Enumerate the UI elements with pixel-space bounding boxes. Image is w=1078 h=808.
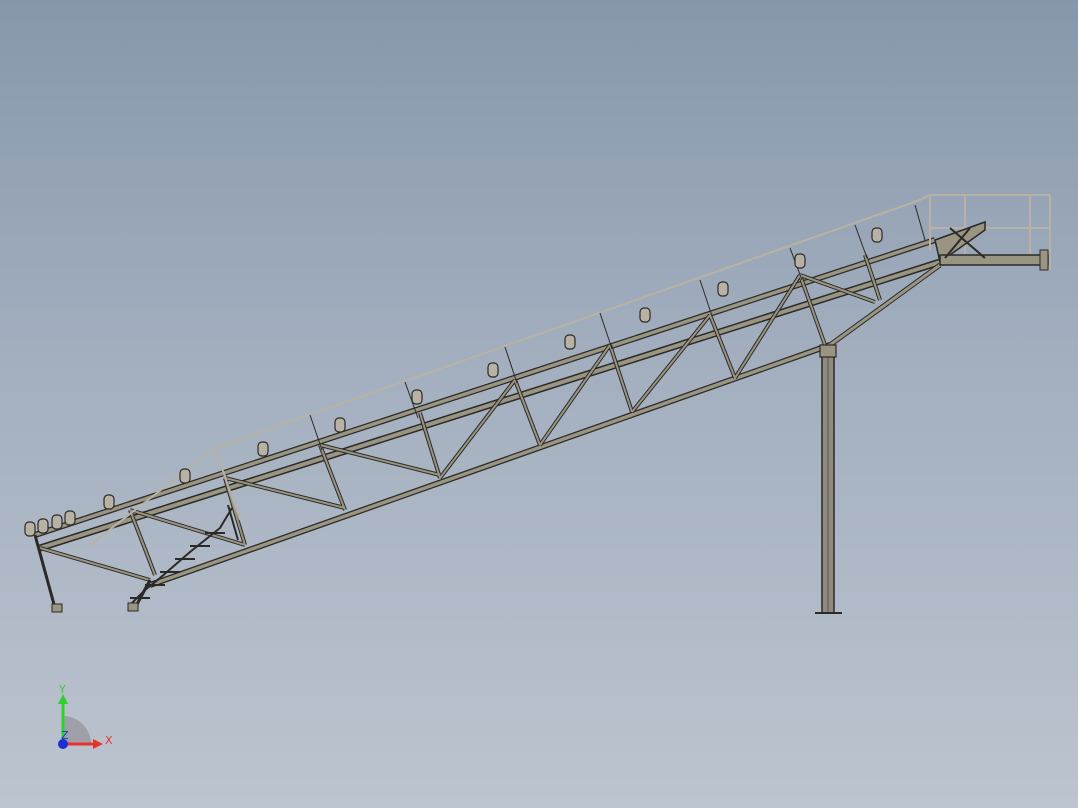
x-axis-label: X xyxy=(105,734,113,747)
z-axis-label: Z xyxy=(61,729,69,742)
truss-bottom-chord xyxy=(38,258,942,552)
conveyor-rollers xyxy=(24,227,883,537)
head-platform xyxy=(934,220,1049,271)
cad-viewport[interactable]: Y X Z xyxy=(0,0,1078,808)
x-axis-arrow-icon xyxy=(93,739,103,749)
support-column xyxy=(815,344,842,614)
axis-triad: Y X Z xyxy=(58,684,113,749)
y-axis-label: Y xyxy=(58,684,66,696)
conveyor-truss-model[interactable] xyxy=(0,0,1078,808)
truss-top-chord xyxy=(34,237,936,538)
